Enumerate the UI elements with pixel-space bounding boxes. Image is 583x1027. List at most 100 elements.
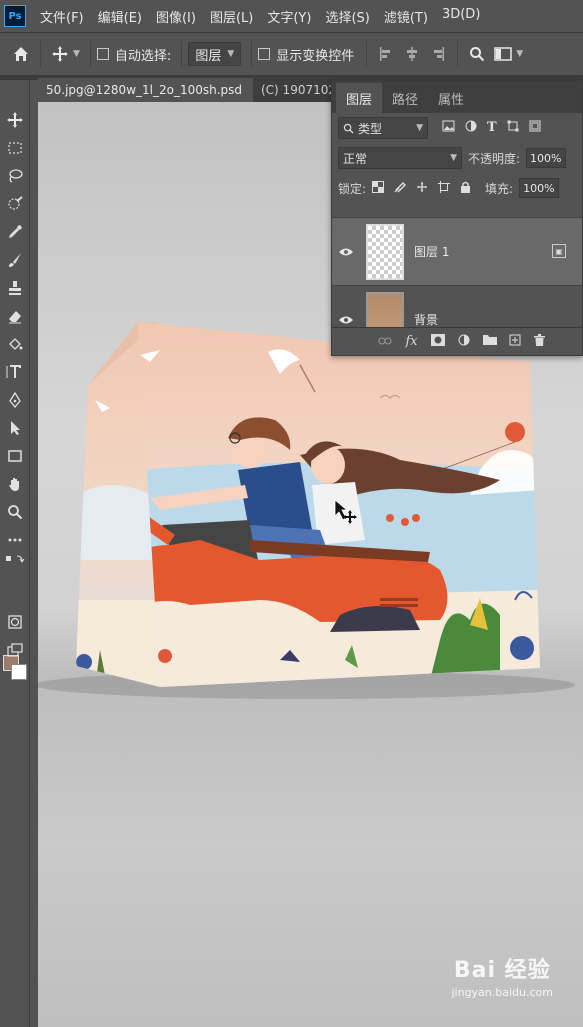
layer-filter-dropdown[interactable]: 类型 ▼ xyxy=(338,117,428,139)
marquee-tool-icon[interactable] xyxy=(3,136,27,160)
lock-position-icon[interactable] xyxy=(416,181,428,196)
delete-layer-icon[interactable] xyxy=(534,333,546,350)
layers-panel: 图层 路径 属性 类型 ▼ T 正常 ▼ 不透明度: 100% 锁定: 填充: … xyxy=(331,80,583,356)
show-transform-label: 显示变换控件 xyxy=(276,48,355,64)
eye-icon[interactable] xyxy=(332,315,360,325)
blend-mode-value: 正常 xyxy=(343,151,368,166)
link-layers-icon[interactable] xyxy=(378,334,392,349)
fill-field[interactable]: 100% xyxy=(519,178,560,198)
show-transform-checkbox[interactable]: 显示变换控件 xyxy=(258,45,354,64)
move-tool-icon[interactable] xyxy=(3,108,27,132)
align-center-icon[interactable] xyxy=(399,41,425,67)
menu-bar: Ps 文件(F) 编辑(E) 图像(I) 图层(L) 文字(Y) 选择(S) 滤… xyxy=(0,0,583,32)
layer-name[interactable]: 背景 xyxy=(414,311,438,328)
fill-label: 填充: xyxy=(485,181,514,196)
type-layer-filter-icon[interactable]: T xyxy=(487,120,497,136)
background-color-swatch[interactable] xyxy=(11,664,27,680)
opacity-label: 不透明度: xyxy=(468,151,521,166)
eyedropper-tool-icon[interactable] xyxy=(3,220,27,244)
filter-icon-group: T xyxy=(442,120,541,136)
layer-row-layer1[interactable]: 图层 1 ▣ xyxy=(332,217,582,285)
zoom-tool-icon[interactable] xyxy=(3,500,27,524)
watermark: Bai 经验 jingyan.baidu.com xyxy=(451,952,553,999)
screen-mode-icon[interactable] xyxy=(3,638,27,662)
photoshop-logo[interactable]: Ps xyxy=(4,5,26,27)
auto-select-value: 图层 xyxy=(195,48,222,64)
panel-tabs: 图层 路径 属性 xyxy=(332,81,582,113)
chevron-down-icon[interactable]: ▼ xyxy=(73,49,80,59)
auto-select-checkbox[interactable]: 自动选择: xyxy=(96,45,171,64)
lock-all-icon[interactable] xyxy=(460,181,471,196)
menu-edit[interactable]: 编辑(E) xyxy=(98,7,142,26)
tab-paths[interactable]: 路径 xyxy=(382,83,428,113)
adjustment-layer-filter-icon[interactable] xyxy=(465,120,477,136)
blend-mode-dropdown[interactable]: 正常 ▼ xyxy=(338,147,462,169)
checkbox-icon[interactable] xyxy=(258,48,271,60)
menu-file[interactable]: 文件(F) xyxy=(40,7,84,26)
tools-panel xyxy=(0,80,30,1027)
watermark-brand: Bai 经验 xyxy=(453,958,551,983)
shape-layer-filter-icon[interactable] xyxy=(507,120,519,136)
menu-select[interactable]: 选择(S) xyxy=(325,7,369,26)
pixel-layer-filter-icon[interactable] xyxy=(442,120,455,136)
chevron-down-icon: ▼ xyxy=(416,123,423,133)
lock-artboard-icon[interactable] xyxy=(438,180,451,196)
stamp-tool-icon[interactable] xyxy=(3,276,27,300)
swap-colors-icon[interactable] xyxy=(3,552,27,568)
new-layer-icon[interactable] xyxy=(509,334,521,350)
pen-tool-icon[interactable] xyxy=(3,388,27,412)
workspace-icon[interactable] xyxy=(490,41,516,67)
layer-thumbnail[interactable] xyxy=(366,223,404,280)
home-icon[interactable] xyxy=(8,41,34,67)
add-mask-icon[interactable] xyxy=(430,333,445,350)
opacity-field[interactable]: 100% xyxy=(526,148,567,168)
options-bar: ▼ 自动选择: 图层 ▼ 显示变换控件 ▼ xyxy=(0,32,583,76)
menu-image[interactable]: 图像(I) xyxy=(156,7,196,26)
menu-layer[interactable]: 图层(L) xyxy=(210,7,253,26)
smart-object-badge-icon: ▣ xyxy=(552,244,566,258)
chevron-down-icon: ▼ xyxy=(450,153,457,163)
rectangle-tool-icon[interactable] xyxy=(3,444,27,468)
document-tab-label: 50.jpg@1280w_1l_2o_100sh.psd xyxy=(46,83,243,97)
watermark-url: jingyan.baidu.com xyxy=(451,986,553,999)
menu-3d[interactable]: 3D(D) xyxy=(442,7,480,26)
eraser-tool-icon[interactable] xyxy=(3,304,27,328)
new-group-icon[interactable] xyxy=(482,334,497,349)
lock-image-pixels-icon[interactable] xyxy=(394,181,407,196)
quick-mask-icon[interactable] xyxy=(3,610,27,634)
path-selection-tool-icon[interactable] xyxy=(3,416,27,440)
lock-transparent-pixels-icon[interactable] xyxy=(372,180,385,196)
tab-properties[interactable]: 属性 xyxy=(428,83,474,113)
move-tool-preset-icon[interactable] xyxy=(47,41,73,67)
lock-row: 锁定: 填充: 100% xyxy=(332,173,582,203)
search-icon[interactable] xyxy=(464,41,490,67)
hand-tool-icon[interactable] xyxy=(3,472,27,496)
smart-object-filter-icon[interactable] xyxy=(529,120,541,136)
layer-style-icon[interactable]: fx xyxy=(405,334,417,349)
lock-label: 锁定: xyxy=(338,181,367,196)
canvas-gutter xyxy=(30,102,38,1027)
type-tool-icon[interactable] xyxy=(3,360,27,384)
menu-type[interactable]: 文字(Y) xyxy=(267,7,311,26)
tab-layers[interactable]: 图层 xyxy=(336,83,383,113)
document-tab-active[interactable]: 50.jpg@1280w_1l_2o_100sh.psd × xyxy=(38,78,253,102)
paint-bucket-tool-icon[interactable] xyxy=(3,332,27,356)
search-icon xyxy=(343,123,354,134)
layer-name[interactable]: 图层 1 xyxy=(414,243,449,260)
lasso-tool-icon[interactable] xyxy=(3,164,27,188)
menu-filter[interactable]: 滤镜(T) xyxy=(384,7,428,26)
layer-filter-row: 类型 ▼ T xyxy=(332,113,582,143)
chevron-down-icon: ▼ xyxy=(227,49,235,59)
align-right-icon[interactable] xyxy=(425,41,451,67)
document-tab[interactable]: (C) 19071025 xyxy=(253,78,343,102)
auto-select-target-dropdown[interactable]: 图层 ▼ xyxy=(188,42,242,66)
brush-tool-icon[interactable] xyxy=(3,248,27,272)
blend-row: 正常 ▼ 不透明度: 100% xyxy=(332,143,582,173)
align-left-icon[interactable] xyxy=(373,41,399,67)
quick-selection-tool-icon[interactable] xyxy=(3,192,27,216)
chevron-down-icon[interactable]: ▼ xyxy=(516,49,523,59)
eye-icon[interactable] xyxy=(332,247,360,257)
more-tools-icon[interactable] xyxy=(3,528,27,552)
checkbox-icon[interactable] xyxy=(96,48,109,60)
adjustment-layer-icon[interactable] xyxy=(458,334,470,350)
